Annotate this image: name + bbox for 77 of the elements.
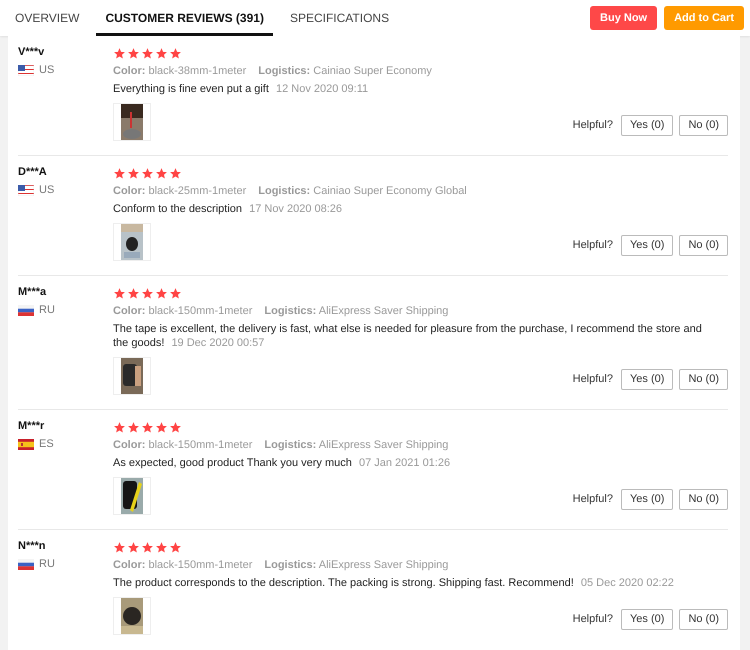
review-text: Everything is fine even put a gift 12 Nov 2020 09:11 [113, 82, 370, 96]
flag-icon [18, 558, 34, 570]
color-info: Color: black-150mm-1meter [113, 305, 252, 317]
country-code: US [39, 64, 54, 76]
photo-thumbnail[interactable] [113, 357, 151, 395]
star-icon [141, 420, 154, 434]
review-text: The product corresponds to the description. The packing is strong. Shipping fast. Recommend! 05 Dec 2020 02:22 [113, 576, 675, 590]
flag-icon [18, 438, 34, 450]
reviewer-name: M***r [18, 420, 46, 432]
star-icon [169, 420, 182, 434]
helpful-label: Helpful? [572, 493, 613, 505]
helpful-label: Helpful? [572, 373, 613, 385]
reviewer-name: N***n [18, 540, 47, 552]
logistics-info: Logistics: AliExpress Saver Shipping [264, 305, 448, 317]
tab[interactable]: OVERVIEW [6, 0, 88, 36]
star-icon [155, 420, 168, 434]
flag-icon [18, 304, 34, 316]
star-icon [141, 540, 154, 554]
no-button[interactable]: No (0) [679, 488, 728, 510]
star-icon [113, 166, 126, 180]
no-button[interactable]: No (0) [679, 234, 728, 256]
star-icon [169, 166, 182, 180]
star-icon [113, 420, 126, 434]
yes-button[interactable]: Yes (0) [620, 234, 674, 256]
logistics-info: Logistics: AliExpress Saver Shipping [264, 439, 448, 451]
no-button[interactable]: No (0) [679, 368, 728, 390]
country-code: US [39, 184, 54, 196]
color-info: Color: black-25mm-1meter [113, 185, 246, 197]
photo-thumbnail[interactable] [113, 477, 151, 515]
logistics-info: Logistics: Cainiao Super Economy [258, 65, 432, 77]
star-icon [155, 46, 168, 60]
photo-thumbnail[interactable] [113, 223, 151, 261]
yes-button[interactable]: Yes (0) [620, 368, 674, 390]
logistics-info: Logistics: Cainiao Super Economy Global [258, 185, 467, 197]
yes-button[interactable]: Yes (0) [620, 608, 674, 630]
reviewer-name: M***a [18, 286, 48, 298]
star-icon [169, 540, 182, 554]
review-text: As expected, good product Thank you very much 07 Jan 2021 01:26 [113, 456, 452, 470]
color-info: Color: black-38mm-1meter [113, 65, 246, 77]
country-code: RU [39, 558, 55, 570]
star-icon [113, 286, 126, 300]
no-button[interactable]: No (0) [679, 114, 728, 136]
star-icon [113, 46, 126, 60]
star-icon [141, 46, 154, 60]
reviewer-name: V***v [18, 46, 46, 58]
star-icon [155, 166, 168, 180]
yes-button[interactable]: Yes (0) [620, 488, 674, 510]
photo-thumbnail[interactable] [113, 597, 151, 635]
country-code: RU [39, 304, 55, 316]
reviewer-name: D***A [18, 166, 48, 178]
star-icon [141, 166, 154, 180]
star-icon [127, 286, 140, 300]
star-icon [127, 166, 140, 180]
photo-thumbnail[interactable] [113, 103, 151, 141]
star-icon [127, 420, 140, 434]
logistics-info: Logistics: AliExpress Saver Shipping [264, 559, 448, 571]
review-text: Conform to the description 17 Nov 2020 08:26 [113, 202, 344, 216]
star-icon [127, 46, 140, 60]
star-icon [113, 540, 126, 554]
country-code: ES [39, 438, 54, 450]
color-info: Color: black-150mm-1meter [113, 559, 252, 571]
helpful-label: Helpful? [572, 239, 613, 251]
review-text: The tape is excellent, the delivery is fast, what else is needed for pleasure from the purchase, I recommend the store and the goods! 19 Dec 2020 00:57 [113, 322, 703, 350]
color-info: Color: black-150mm-1meter [113, 439, 252, 451]
no-button[interactable]: No (0) [679, 608, 728, 630]
star-icon [169, 46, 182, 60]
star-icon [155, 540, 168, 554]
star-icon [169, 286, 182, 300]
helpful-label: Helpful? [572, 613, 613, 625]
flag-icon [18, 184, 34, 196]
flag-icon [18, 64, 34, 76]
star-icon [127, 540, 140, 554]
yes-button[interactable]: Yes (0) [620, 114, 674, 136]
star-icon [155, 286, 168, 300]
helpful-label: Helpful? [572, 119, 613, 131]
tab[interactable]: SPECIFICATIONS [280, 0, 398, 36]
star-icon [141, 286, 154, 300]
